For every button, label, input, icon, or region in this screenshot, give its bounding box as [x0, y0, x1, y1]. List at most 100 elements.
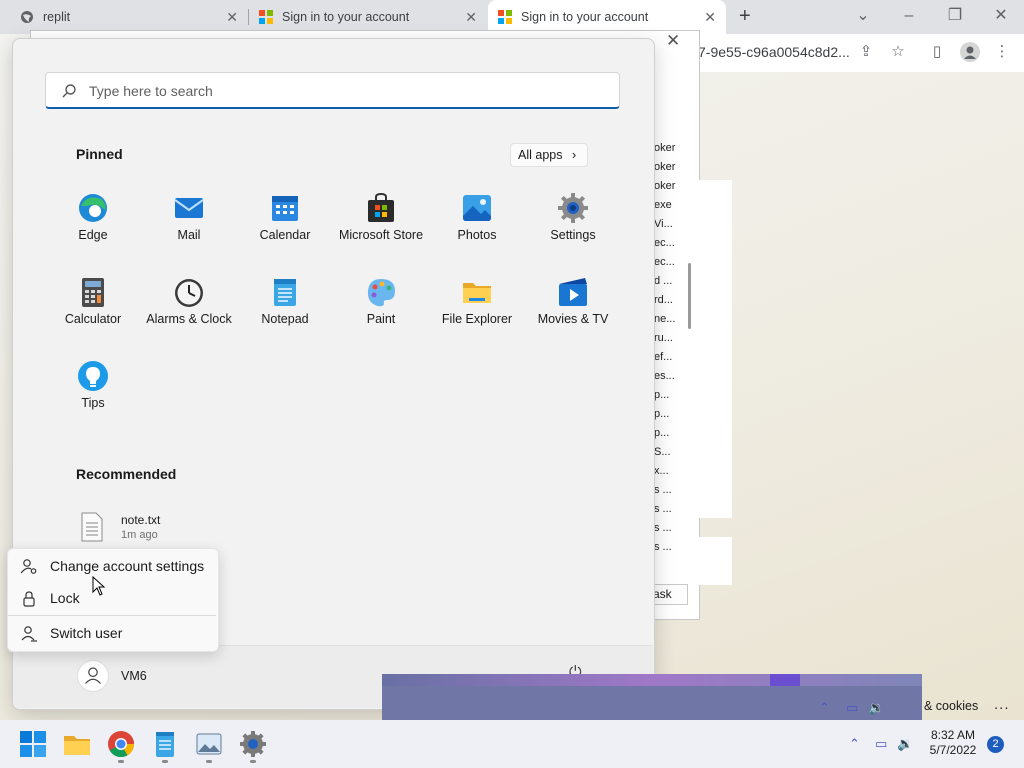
process-row[interactable]: ef... — [654, 351, 672, 363]
switch-user-item[interactable]: Switch user — [8, 618, 216, 648]
chrome-icon[interactable] — [105, 728, 137, 760]
process-row[interactable]: ec... — [654, 237, 675, 249]
process-row[interactable]: d ... — [654, 275, 672, 287]
tab-sign-in-1[interactable]: Sign in to your account ✕ — [249, 0, 487, 34]
process-list-scrollbar[interactable] — [688, 263, 691, 329]
process-row[interactable]: ne... — [654, 313, 675, 325]
background-card — [698, 180, 732, 518]
process-row[interactable]: exe — [654, 199, 672, 211]
app-label: Movies & TV — [537, 312, 609, 326]
user-name[interactable]: VM6 — [121, 669, 147, 683]
file-explorer-icon[interactable] — [61, 728, 93, 760]
cookies-text: & cookies — [924, 699, 979, 713]
tab-title: Sign in to your account — [282, 10, 410, 24]
background-window-close-icon[interactable]: ✕ — [666, 31, 680, 51]
process-row[interactable]: oker — [654, 180, 675, 192]
process-row[interactable]: ec... — [654, 256, 675, 268]
user-avatar[interactable] — [77, 660, 109, 692]
recommended-file-name[interactable]: note.txt — [121, 513, 160, 527]
process-row[interactable]: rd... — [654, 294, 673, 306]
start-icon[interactable] — [17, 728, 49, 760]
side-panel-icon[interactable]: ▯ — [928, 43, 946, 61]
tab-replit[interactable]: replit ✕ — [0, 0, 248, 34]
process-row[interactable]: s ... — [654, 522, 672, 534]
close-tab-icon[interactable]: ✕ — [226, 9, 238, 26]
close-tab-icon[interactable]: ✕ — [465, 9, 477, 26]
pinned-app-tips[interactable]: Tips — [45, 358, 141, 438]
process-row[interactable]: s ... — [654, 484, 672, 496]
app-label: Settings — [550, 228, 596, 242]
pinned-app-movies-tv[interactable]: Movies & TV — [525, 274, 621, 354]
process-row[interactable]: oker — [654, 142, 675, 154]
process-row[interactable]: s ... — [654, 541, 672, 553]
pinned-app-microsoft-store[interactable]: Microsoft Store — [333, 190, 429, 270]
window-close-icon[interactable]: ✕ — [978, 4, 1024, 28]
process-row[interactable]: es... — [654, 370, 675, 382]
volume-icon[interactable]: 🔉 — [868, 700, 884, 716]
change-account-settings-item[interactable]: Change account settings — [8, 551, 216, 581]
settings-icon[interactable] — [237, 728, 269, 760]
chevron-right-icon: › — [571, 148, 577, 162]
minimize-icon[interactable]: – — [886, 4, 932, 28]
new-tab-button[interactable]: + — [739, 5, 751, 28]
pinned-app-calculator[interactable]: Calculator — [45, 274, 141, 354]
menu-kebab-icon[interactable]: ⋮ — [993, 43, 1011, 61]
pinned-app-notepad[interactable]: Notepad — [237, 274, 333, 354]
background-card — [698, 537, 732, 585]
folder-icon — [463, 283, 491, 303]
address-bar[interactable]: 7-9e55-c96a0054c8d2... — [698, 44, 850, 60]
lock-item[interactable]: Lock — [8, 583, 216, 613]
tab-title: replit — [43, 10, 71, 24]
process-row[interactable]: p... — [654, 427, 669, 439]
process-row[interactable]: x... — [654, 465, 669, 477]
edge-icon — [79, 194, 107, 222]
process-row[interactable]: oker — [654, 161, 675, 173]
process-row[interactable]: ru... — [654, 332, 673, 344]
show-hidden-icons-chevron-icon[interactable]: ⌃ — [849, 736, 860, 752]
microsoft-logo-icon — [498, 10, 512, 24]
all-apps-button[interactable]: All apps › — [510, 143, 588, 167]
photos-icon — [463, 195, 491, 221]
tab-sign-in-2[interactable]: Sign in to your account ✕ — [488, 0, 726, 34]
notification-badge[interactable]: 2 — [987, 736, 1004, 753]
network-icon[interactable]: ▭ — [875, 736, 887, 752]
pinned-app-paint[interactable]: Paint — [333, 274, 429, 354]
process-row[interactable]: p... — [654, 389, 669, 401]
bookmark-star-icon[interactable]: ☆ — [889, 43, 907, 61]
photos-icon[interactable] — [193, 728, 225, 760]
pinned-app-edge[interactable]: Edge — [45, 190, 141, 270]
more-options-icon[interactable]: ... — [994, 696, 1010, 713]
process-row[interactable]: S... — [654, 446, 671, 458]
restore-icon[interactable]: ❐ — [932, 4, 978, 28]
pinned-app-settings[interactable]: Settings — [525, 190, 621, 270]
taskbar-clock[interactable]: 8:32 AM 5/7/2022 — [925, 728, 981, 758]
account-settings-icon — [20, 559, 37, 574]
end-task-button[interactable]: ask — [652, 584, 688, 605]
app-label: Notepad — [261, 312, 309, 326]
notepad-icon[interactable] — [149, 728, 181, 760]
pinned-app-file-explorer[interactable]: File Explorer — [429, 274, 525, 354]
menu-item-label: Change account settings — [50, 558, 205, 574]
app-label: Paint — [366, 312, 396, 326]
recommended-heading: Recommended — [76, 466, 177, 482]
pinned-app-alarms-clock[interactable]: Alarms & Clock — [141, 274, 237, 354]
share-icon[interactable]: ⇪ — [857, 43, 875, 61]
profile-icon[interactable] — [960, 42, 980, 62]
mouse-cursor-icon — [92, 576, 106, 596]
process-row[interactable]: Vi... — [654, 218, 673, 230]
process-row[interactable]: s ... — [654, 503, 672, 515]
pinned-app-mail[interactable]: Mail — [141, 190, 237, 270]
volume-icon[interactable]: 🔉 — [897, 736, 913, 752]
globe-icon — [21, 11, 33, 23]
tab-search-icon[interactable]: ⌄ — [840, 4, 886, 28]
close-tab-icon[interactable]: ✕ — [704, 9, 716, 26]
network-icon[interactable]: ▭ — [846, 700, 858, 716]
process-row[interactable]: p... — [654, 408, 669, 420]
pinned-app-photos[interactable]: Photos — [429, 190, 525, 270]
app-label: Mail — [177, 228, 201, 242]
menu-item-label: Lock — [50, 590, 80, 606]
mail-icon — [174, 198, 204, 218]
app-label: Tips — [81, 396, 105, 410]
pinned-app-calendar[interactable]: Calendar — [237, 190, 333, 270]
chevron-up-icon[interactable]: ⌃ — [819, 700, 830, 716]
